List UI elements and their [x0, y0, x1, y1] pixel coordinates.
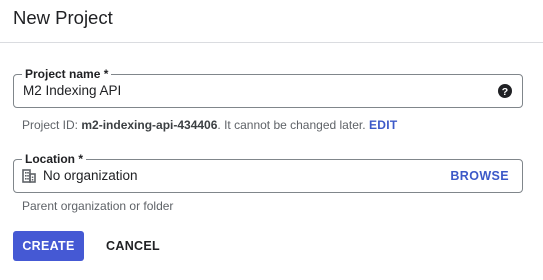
location-hint: Parent organization or folder — [22, 199, 174, 213]
project-name-label: Project name * — [22, 67, 112, 81]
project-id-prefix: Project ID: — [22, 118, 82, 132]
dialog-header: New Project — [0, 0, 543, 43]
svg-text:?: ? — [502, 86, 508, 98]
create-button[interactable]: CREATE — [13, 231, 84, 261]
location-label: Location * — [22, 152, 87, 166]
project-id-suffix: . It cannot be changed later. — [217, 118, 366, 132]
help-circle-icon[interactable]: ? — [498, 84, 512, 98]
edit-project-id-link[interactable]: EDIT — [369, 118, 398, 132]
project-name-field[interactable]: Project name * M2 Indexing API ? — [13, 67, 523, 108]
location-value: No organization — [43, 168, 138, 183]
browse-button[interactable]: BROWSE — [450, 169, 509, 183]
project-id-value: m2-indexing-api-434406 — [81, 118, 218, 132]
project-name-input[interactable]: M2 Indexing API — [23, 83, 121, 98]
building-icon — [22, 169, 36, 183]
location-field[interactable]: Location * No organization BROWSE — [13, 152, 523, 193]
cancel-button[interactable]: CANCEL — [99, 231, 167, 261]
project-id-hint: Project ID: m2-indexing-api-434406. It c… — [22, 118, 366, 132]
dialog-title: New Project — [13, 7, 113, 28]
